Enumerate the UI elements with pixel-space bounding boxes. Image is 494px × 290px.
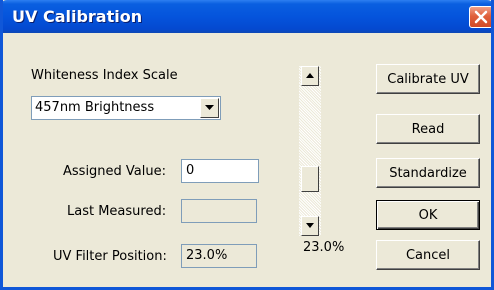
uv-filter-position-label: UV Filter Position: bbox=[53, 249, 167, 264]
close-button[interactable] bbox=[469, 6, 491, 28]
whiteness-scale-value: 457nm Brightness bbox=[35, 100, 155, 115]
uv-calibration-dialog: UV Calibration Whiteness Index Scale 457… bbox=[0, 0, 494, 290]
uv-filter-slider[interactable] bbox=[299, 66, 321, 236]
read-button[interactable]: Read bbox=[376, 114, 480, 144]
dropdown-arrow-button[interactable] bbox=[200, 98, 219, 118]
scroll-up-button[interactable] bbox=[301, 66, 319, 86]
window-title: UV Calibration bbox=[12, 7, 143, 26]
whiteness-index-label: Whiteness Index Scale bbox=[31, 68, 178, 83]
slider-readout: 23.0% bbox=[303, 240, 345, 255]
slider-thumb[interactable] bbox=[301, 166, 319, 192]
last-measured-field bbox=[181, 199, 257, 223]
assigned-value-label: Assigned Value: bbox=[63, 164, 167, 179]
ok-button[interactable]: OK bbox=[376, 200, 480, 230]
title-bar: UV Calibration bbox=[3, 0, 491, 33]
scroll-down-button[interactable] bbox=[301, 216, 319, 236]
last-measured-label: Last Measured: bbox=[67, 204, 167, 219]
uv-filter-position-field: 23.0% bbox=[181, 244, 257, 268]
whiteness-scale-dropdown[interactable]: 457nm Brightness bbox=[31, 96, 221, 120]
standardize-button[interactable]: Standardize bbox=[376, 158, 480, 188]
assigned-value-input[interactable]: 0 bbox=[181, 159, 259, 183]
calibrate-uv-button[interactable]: Calibrate UV bbox=[376, 64, 480, 94]
cancel-button[interactable]: Cancel bbox=[376, 240, 480, 270]
